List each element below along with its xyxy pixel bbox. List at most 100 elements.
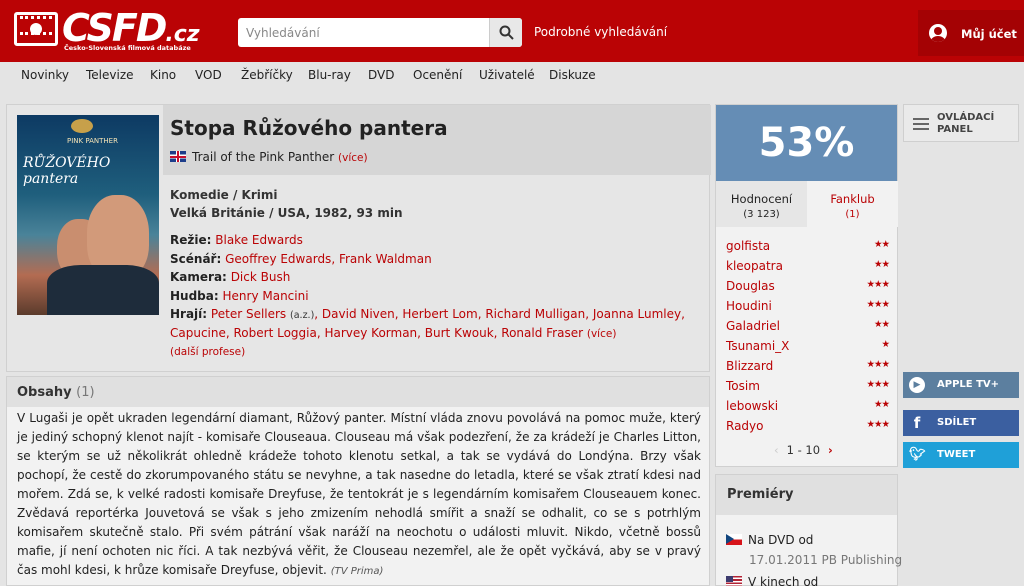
logo-tagline: Česko-Slovenská filmová databáze bbox=[64, 44, 191, 52]
film-origin: Velká Británie / USA, 1982, 93 min bbox=[170, 206, 403, 220]
premieres-header: Premiéry bbox=[716, 475, 897, 515]
crew-camera: Kamera: Dick Bush bbox=[170, 270, 291, 284]
nav-bluray[interactable]: Blu-ray bbox=[308, 68, 351, 82]
rater-name[interactable]: Tosim bbox=[726, 379, 760, 393]
rating-stars: ★★ bbox=[873, 259, 890, 270]
list-item: Radyo ★★★ bbox=[726, 419, 890, 439]
pager-next-icon[interactable]: › bbox=[828, 443, 833, 457]
more-professions-link[interactable]: (další profese) bbox=[170, 346, 245, 358]
rating-percent: 53% bbox=[716, 105, 897, 181]
nav-oceneni[interactable]: Ocenění bbox=[413, 68, 462, 82]
rater-name[interactable]: Galadriel bbox=[726, 319, 780, 333]
rater-name[interactable]: Tsunami_X bbox=[726, 339, 789, 353]
tab-rating[interactable]: Hodnocení (3 123) bbox=[716, 181, 807, 227]
rater-name[interactable]: Blizzard bbox=[726, 359, 773, 373]
nav-kino[interactable]: Kino bbox=[150, 68, 176, 82]
camera-link[interactable]: Dick Bush bbox=[231, 270, 291, 284]
nav-zebricky[interactable]: Žebříčky bbox=[241, 68, 293, 82]
original-title: Trail of the Pink Panther (více) bbox=[170, 150, 368, 164]
search-input[interactable] bbox=[238, 18, 488, 47]
tweet-button[interactable]: 🐦︎ TWEET bbox=[903, 442, 1019, 468]
list-item: Houdini ★★★ bbox=[726, 299, 890, 319]
rater-name[interactable]: kleopatra bbox=[726, 259, 783, 273]
list-item: Tsunami_X ★ bbox=[726, 339, 890, 359]
rating-stars: ★★ bbox=[873, 239, 890, 250]
list-item: Galadriel ★★ bbox=[726, 319, 890, 339]
list-item: kleopatra ★★ bbox=[726, 259, 890, 279]
menu-icon bbox=[913, 118, 929, 130]
cast-links-1[interactable]: , David Niven, Herbert Lom, Richard Mull… bbox=[314, 307, 685, 321]
director-link[interactable]: Blake Edwards bbox=[215, 233, 303, 247]
pager-range: 1 - 10 bbox=[786, 443, 821, 457]
search-box bbox=[238, 18, 522, 47]
premiere-cinema: V kinech od bbox=[726, 575, 818, 586]
crew-writer: Scénář: Geoffrey Edwards, Frank Waldman bbox=[170, 252, 432, 266]
rating-box: 53% Hodnocení (3 123) Fanklub (1) golfista… bbox=[715, 104, 898, 467]
music-link[interactable]: Henry Mancini bbox=[223, 289, 309, 303]
account-label: Můj účet bbox=[961, 27, 1017, 41]
search-icon bbox=[499, 25, 514, 40]
apple-tv-button[interactable]: ▶ APPLE TV+ bbox=[903, 372, 1019, 398]
rating-stars: ★★★ bbox=[866, 379, 890, 390]
premiere-dvd-date: 17.01.2011 PB Publishing bbox=[749, 553, 903, 567]
premiere-dvd: Na DVD od bbox=[726, 533, 813, 547]
nav-televize[interactable]: Televize bbox=[86, 68, 134, 82]
nav-diskuze[interactable]: Diskuze bbox=[549, 68, 596, 82]
twitter-icon: 🐦︎ bbox=[909, 447, 926, 462]
rater-name[interactable]: golfista bbox=[726, 239, 770, 253]
nav-dvd[interactable]: DVD bbox=[368, 68, 394, 82]
rating-stars: ★★★ bbox=[866, 419, 890, 430]
cast-links-2[interactable]: Capucine, Robert Loggia, Harvey Korman, … bbox=[170, 326, 583, 340]
list-item: lebowski ★★ bbox=[726, 399, 890, 419]
tab-fanclub[interactable]: Fanklub (1) bbox=[807, 181, 898, 227]
writers-links[interactable]: Geoffrey Edwards, Frank Waldman bbox=[225, 252, 432, 266]
user-icon bbox=[929, 24, 947, 42]
control-panel-button[interactable]: OVLÁDACÍ PANEL bbox=[903, 104, 1019, 142]
original-title-more[interactable]: (více) bbox=[338, 152, 368, 164]
film-genre: Komedie / Krimi bbox=[170, 188, 278, 202]
rater-name[interactable]: Douglas bbox=[726, 279, 775, 293]
share-label: SDÍLET bbox=[937, 417, 977, 428]
facebook-share-button[interactable]: f SDÍLET bbox=[903, 410, 1019, 436]
account-button[interactable]: Můj účet bbox=[918, 10, 1024, 56]
studio-logo-icon bbox=[71, 119, 93, 133]
search-button[interactable] bbox=[489, 18, 522, 47]
list-item: Blizzard ★★★ bbox=[726, 359, 890, 379]
rater-name[interactable]: lebowski bbox=[726, 399, 778, 413]
play-icon: ▶ bbox=[909, 377, 925, 393]
list-item: Tosim ★★★ bbox=[726, 379, 890, 399]
poster-top-text: PINK PANTHER bbox=[67, 137, 118, 145]
csfd-logo[interactable]: CSFD.cz Česko-Slovenská filmová databáze bbox=[14, 6, 200, 56]
rating-stars: ★★ bbox=[873, 399, 890, 410]
nav-uzivatele[interactable]: Uživatelé bbox=[479, 68, 535, 82]
apple-tv-label: APPLE TV+ bbox=[937, 379, 1000, 390]
control-panel-label: OVLÁDACÍ PANEL bbox=[937, 112, 995, 135]
film-strip-icon bbox=[14, 12, 58, 46]
plot-source: (TV Prima) bbox=[330, 566, 384, 577]
rater-name[interactable]: Radyo bbox=[726, 419, 764, 433]
premieres-heading: Premiéry bbox=[727, 487, 794, 502]
crew-cast-line2: Capucine, Robert Loggia, Harvey Korman, … bbox=[170, 324, 616, 343]
plot-header: Obsahy (1) bbox=[7, 377, 709, 407]
plot-count: (1) bbox=[76, 385, 95, 400]
main-nav: Novinky Televize Kino VOD Žebříčky Blu-r… bbox=[0, 62, 1024, 88]
cz-flag-icon bbox=[726, 534, 742, 545]
advanced-search-link[interactable]: Podrobné vyhledávání bbox=[534, 25, 667, 39]
nav-vod[interactable]: VOD bbox=[195, 68, 222, 82]
poster-title: RŮŽOVÉHO pantera bbox=[23, 155, 111, 187]
nav-novinky[interactable]: Novinky bbox=[21, 68, 69, 82]
crew-more-professions: (další profese) bbox=[170, 342, 245, 361]
cast-first-link[interactable]: Peter Sellers bbox=[211, 307, 286, 321]
crew-music: Hudba: Henry Mancini bbox=[170, 289, 309, 303]
crew-cast: Hrají: Peter Sellers (a.z.), David Niven… bbox=[170, 307, 685, 321]
facebook-icon: f bbox=[913, 414, 921, 432]
plot-heading: Obsahy bbox=[17, 385, 72, 400]
us-flag-icon bbox=[726, 576, 742, 586]
cast-more[interactable]: (více) bbox=[587, 328, 617, 340]
film-poster[interactable]: PINK PANTHER RŮŽOVÉHO pantera bbox=[17, 115, 159, 315]
rating-stars: ★★★ bbox=[866, 279, 890, 290]
rater-name[interactable]: Houdini bbox=[726, 299, 772, 313]
raters-list: golfista ★★ kleopatra ★★ Douglas ★★★ Houdin… bbox=[726, 239, 890, 439]
crew-director: Režie: Blake Edwards bbox=[170, 233, 303, 247]
rating-stars: ★★★ bbox=[866, 359, 890, 370]
